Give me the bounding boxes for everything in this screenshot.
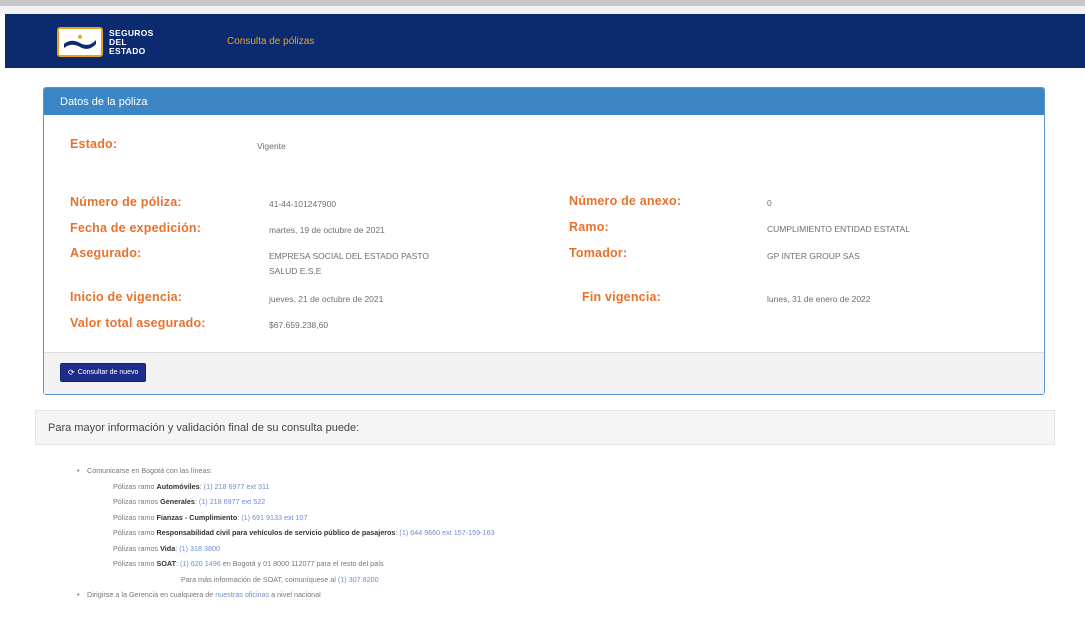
ramo-value: CUMPLIMIENTO ENTIDAD ESTATAL — [767, 224, 910, 234]
line-prefix: Pólizas ramo — [113, 559, 157, 568]
oficinas-link[interactable]: nuestras oficinas — [215, 590, 269, 599]
policy-details: Estado: Vigente Número de póliza: 41-44-… — [44, 115, 1044, 353]
lamp-logo-icon — [57, 27, 103, 57]
phone-link[interactable]: (1) 691 9133 ext 107 — [241, 513, 307, 522]
phone-line-generales: Pólizas ramos Generales: (1) 218 6977 ex… — [77, 494, 495, 510]
line-ramo: Generales — [160, 497, 195, 506]
line-ramo: Automóviles — [156, 481, 200, 491]
phone-link[interactable]: (1) 318 3800 — [179, 544, 220, 553]
phone-link[interactable]: (1) 218 6977 ext 522 — [199, 497, 265, 506]
line-prefix: Pólizas ramo — [113, 528, 157, 537]
line-ramo: Fianzas - Cumplimiento — [156, 512, 238, 522]
estado-label: Estado: — [70, 137, 118, 151]
line-ramo: Responsabilidad civil para vehículos de … — [156, 528, 396, 537]
fin-vigencia-label: Fin vigencia: — [582, 290, 662, 304]
info-section: Para mayor información y validación fina… — [35, 410, 1055, 618]
phone-line-vida: Pólizas ramos Vida: (1) 318 3800 — [77, 541, 495, 557]
phone-line-responsabilidad-civil: Pólizas ramo Responsabilidad civil para … — [77, 525, 495, 541]
numero-poliza-value: 41-44-101247900 — [269, 199, 337, 209]
browser-top-strip — [0, 0, 1085, 14]
tomador-value: GP INTER GROUP SAS — [767, 251, 860, 261]
consultar-de-nuevo-button[interactable]: ⟳ Consultar de nuevo — [60, 363, 147, 382]
nav-link-consulta-polizas[interactable]: Consulta de pólizas — [227, 36, 314, 47]
bullet2-prefix: Dirigirse a la Gerencia en cualquiera de — [87, 590, 216, 599]
phone-line-fianzas: Pólizas ramo Fianzas - Cumplimiento: (1)… — [77, 510, 495, 526]
refresh-icon: ⟳ — [68, 368, 75, 377]
numero-poliza-label: Número de póliza: — [70, 195, 182, 209]
info-list: Comunicarse en Bogotá con las líneas: Pó… — [77, 463, 495, 603]
panel-footer: ⟳ Consultar de nuevo — [44, 352, 1044, 394]
button-label: Consultar de nuevo — [77, 369, 139, 376]
policy-panel: Datos de la póliza Estado: Vigente Númer… — [43, 87, 1045, 395]
line-suffix: en Bogotá y 01 8000 112077 para el resto… — [220, 559, 384, 568]
numero-anexo-label: Número de anexo: — [569, 194, 682, 208]
ramo-label: Ramo: — [569, 220, 609, 234]
bullet2-suffix: a nivel nacional — [269, 590, 321, 599]
line-prefix: Pólizas ramo — [113, 512, 157, 522]
phone-link[interactable]: (1) 307 8200 — [338, 575, 379, 584]
soat-more-prefix: Para más información de SOAT, comuníques… — [181, 574, 338, 584]
info-heading: Para mayor información y validación fina… — [35, 410, 1055, 445]
fecha-expedicion-label: Fecha de expedición: — [70, 221, 202, 235]
valor-total-label: Valor total asegurado: — [70, 316, 206, 330]
line-ramo: Vida — [160, 543, 176, 553]
inicio-vigencia-label: Inicio de vigencia: — [70, 290, 183, 304]
logo-text: SEGUROS DEL ESTADO — [109, 28, 154, 56]
asegurado-value-line1: EMPRESA SOCIAL DEL ESTADO PASTO — [269, 251, 429, 261]
asegurado-label: Asegurado: — [70, 246, 142, 260]
numero-anexo-value: 0 — [767, 198, 772, 208]
scroll-shadow — [0, 0, 1085, 6]
top-navbar: SEGUROS DEL ESTADO Consulta de pólizas — [5, 14, 1085, 68]
logo[interactable]: SEGUROS DEL ESTADO — [57, 24, 185, 60]
line-prefix: Pólizas ramos — [113, 497, 161, 506]
fin-vigencia-value: lunes, 31 de enero de 2022 — [767, 294, 871, 304]
line-ramo: SOAT — [156, 559, 176, 568]
soat-more-info: Para más información de SOAT, comuníques… — [77, 572, 495, 588]
phone-line-soat: Pólizas ramo SOAT: (1) 620 1496 en Bogot… — [77, 556, 495, 572]
list-item: Dirigirse a la Gerencia en cualquiera de… — [77, 587, 495, 603]
line-prefix: Pólizas ramo — [113, 481, 157, 491]
estado-value: Vigente — [257, 141, 286, 151]
logo-word: ESTADO — [109, 45, 146, 56]
phone-link[interactable]: (1) 644 9660 ext 157-159-163 — [399, 528, 494, 537]
panel-title: Datos de la póliza — [44, 88, 1044, 115]
line-prefix: Pólizas ramos — [113, 543, 161, 553]
valor-total-value: $67.659.238,60 — [269, 320, 329, 330]
list-item: Comunicarse en Bogotá con las líneas: — [77, 463, 495, 479]
asegurado-value-line2: SALUD E.S.E — [269, 266, 322, 276]
phone-link[interactable]: (1) 620 1496 — [180, 559, 221, 568]
phone-line-automoviles: Pólizas ramo Automóviles: (1) 218 6977 e… — [77, 479, 495, 495]
tomador-label: Tomador: — [569, 246, 628, 260]
inicio-vigencia-value: jueves, 21 de octubre de 2021 — [269, 294, 384, 304]
fecha-expedicion-value: martes, 19 de octubre de 2021 — [269, 225, 385, 235]
phone-link[interactable]: (1) 218 6977 ext 311 — [204, 482, 270, 491]
